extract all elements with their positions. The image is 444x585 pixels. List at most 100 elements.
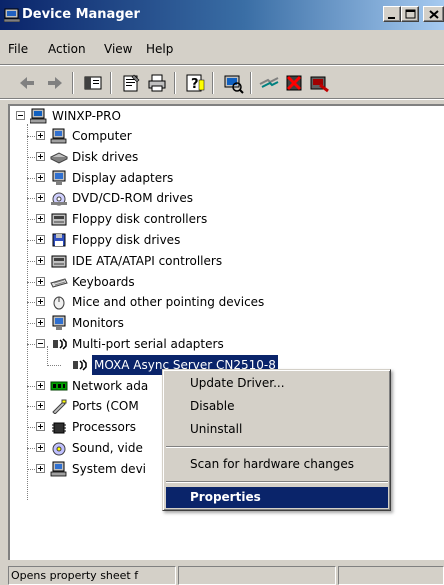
menu-update-driver[interactable]: Update Driver... (166, 373, 388, 394)
menu-properties[interactable]: Properties (166, 487, 388, 508)
toolbar-separator (250, 72, 252, 94)
tree-item-label: Network ada (72, 379, 149, 393)
tree-category-item[interactable]: Mice and other pointing devices (10, 292, 410, 312)
tree-category-item[interactable]: Floppy disk drives (10, 230, 410, 250)
disable-icon[interactable] (308, 72, 330, 94)
tree-item-label: Keyboards (72, 275, 135, 289)
expand-icon[interactable] (36, 297, 45, 306)
close-button[interactable] (423, 6, 444, 22)
keyboard-icon (50, 274, 68, 290)
help-icon[interactable]: ? (184, 72, 206, 94)
expand-icon[interactable] (36, 152, 45, 161)
tree-category-item[interactable]: Disk drives (10, 147, 410, 167)
expand-icon[interactable] (36, 277, 45, 286)
expand-icon[interactable] (36, 173, 45, 182)
mouse-icon (50, 294, 68, 310)
network-adapter-icon (50, 378, 68, 394)
tree-category-item[interactable]: Display adapters (10, 168, 410, 188)
tree-item-label: Floppy disk drives (72, 233, 181, 247)
floppy-controller-icon (50, 211, 68, 227)
tree-item-label: Mice and other pointing devices (72, 295, 265, 309)
toolbar-separator (110, 72, 112, 94)
tree-category-item[interactable]: DVD/CD-ROM drives (10, 188, 410, 208)
minimize-button[interactable] (383, 6, 401, 22)
title-bar[interactable]: Device Manager (0, 0, 444, 30)
tree-item-label: Multi-port serial adapters (72, 337, 224, 351)
menu-help[interactable]: Help (146, 42, 173, 56)
toolbar-separator-line (0, 98, 444, 100)
menu-bar: File Action View Help (0, 36, 444, 62)
maximize-button[interactable] (401, 6, 419, 22)
expand-icon[interactable] (36, 235, 45, 244)
toolbar-separator (174, 72, 176, 94)
port-icon (50, 398, 68, 415)
expand-icon[interactable] (36, 381, 45, 390)
serial-adapter-icon (70, 357, 88, 373)
menu-scan-hardware[interactable]: Scan for hardware changes (166, 454, 388, 475)
back-arrow-icon[interactable] (16, 72, 38, 94)
display-adapter-icon (50, 170, 68, 186)
computer-icon (29, 108, 48, 124)
collapse-icon[interactable] (16, 111, 25, 120)
serial-adapter-icon (50, 336, 68, 352)
menu-view[interactable]: View (104, 42, 132, 56)
tree-item-label: IDE ATA/ATAPI controllers (72, 254, 223, 268)
computer-icon (50, 128, 68, 144)
tree-item-label: Ports (COM (72, 399, 139, 413)
uninstall-icon[interactable] (284, 72, 306, 94)
svg-text:?: ? (191, 77, 199, 92)
tree-item-label: Display adapters (72, 171, 174, 185)
show-hide-console-tree-icon[interactable] (82, 72, 104, 94)
tree-item-label: Sound, vide (72, 441, 143, 455)
sound-icon (50, 440, 68, 456)
print-icon[interactable] (146, 72, 168, 94)
tree-category-item[interactable]: Floppy disk controllers (10, 209, 410, 229)
context-menu: Update Driver... Disable Uninstall Scan … (162, 369, 391, 511)
expand-icon[interactable] (36, 131, 45, 140)
expand-icon[interactable] (36, 443, 45, 452)
processor-icon (50, 419, 68, 435)
update-driver-icon[interactable] (258, 72, 280, 94)
expand-icon[interactable] (36, 318, 45, 327)
menu-disable[interactable]: Disable (166, 396, 388, 417)
tree-item-label: Processors (72, 420, 137, 434)
scan-hardware-icon[interactable] (222, 72, 244, 94)
status-text: Opens property sheet f (8, 566, 176, 585)
collapse-icon[interactable] (36, 339, 45, 348)
tree-category-item[interactable]: Computer (10, 126, 410, 146)
monitor-icon (50, 315, 68, 331)
menu-action[interactable]: Action (48, 42, 86, 56)
tree-item-label: Floppy disk controllers (72, 212, 208, 226)
system-devices-icon (50, 461, 68, 477)
status-panel (178, 566, 336, 585)
toolbar-separator (72, 72, 74, 94)
expand-icon[interactable] (36, 464, 45, 473)
status-panel (338, 566, 444, 585)
tree-root[interactable]: WINXP-PRO (10, 106, 310, 126)
toolbar-separator (212, 72, 214, 94)
tree-category-item[interactable]: Keyboards (10, 272, 410, 292)
device-manager-icon (3, 8, 21, 23)
context-menu-separator (166, 446, 388, 448)
tree-item-label: Monitors (72, 316, 124, 330)
expand-icon[interactable] (36, 256, 45, 265)
tree-category-item[interactable]: Monitors (10, 313, 410, 333)
forward-arrow-icon[interactable] (44, 72, 66, 94)
tree-item-label: DVD/CD-ROM drives (72, 191, 194, 205)
status-bar: Opens property sheet f (0, 564, 444, 585)
window-title: Device Manager (22, 7, 140, 22)
tree-category-item[interactable]: Multi-port serial adapters (10, 334, 410, 354)
expand-icon[interactable] (36, 401, 45, 410)
expand-icon[interactable] (36, 214, 45, 223)
properties-icon[interactable] (120, 72, 142, 94)
menu-uninstall[interactable]: Uninstall (166, 419, 388, 440)
tree-item-label: System devi (72, 462, 146, 476)
menu-file[interactable]: File (8, 42, 28, 56)
tree-line (47, 365, 61, 366)
dvd-drive-icon (50, 190, 68, 206)
tree-item-label: Disk drives (72, 150, 139, 164)
expand-icon[interactable] (36, 422, 45, 431)
expand-icon[interactable] (36, 193, 45, 202)
tree-category-item[interactable]: IDE ATA/ATAPI controllers (10, 251, 410, 271)
context-menu-separator (166, 481, 388, 483)
